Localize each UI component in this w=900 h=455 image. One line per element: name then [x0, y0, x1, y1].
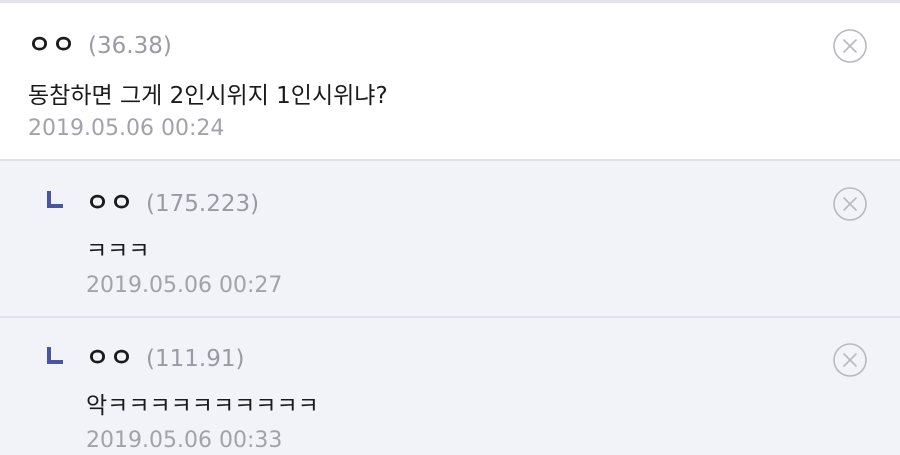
- close-circle-icon[interactable]: [832, 342, 868, 378]
- close-circle-icon[interactable]: [832, 28, 868, 64]
- reply-item: ㅇㅇ (175.223) ㅋㅋㅋ 2019.05.06 00:27: [0, 159, 900, 316]
- comment-list: ㅇㅇ (36.38) 동참하면 그게 2인시위지 1인시위냐? 2019.05.…: [0, 0, 900, 455]
- comment-author[interactable]: ㅇㅇ: [86, 338, 134, 374]
- comment-timestamp: 2019.05.06 00:24: [28, 116, 225, 141]
- comment-text: 동참하면 그게 2인시위지 1인시위냐?: [28, 83, 388, 109]
- reply-item: ㅇㅇ (111.91) 악ㅋㅋㅋㅋㅋㅋㅋㅋㅋㅋ 2019.05.06 00:33: [0, 316, 900, 455]
- comment-author[interactable]: ㅇㅇ: [86, 183, 134, 219]
- close-circle-icon[interactable]: [832, 186, 868, 222]
- comment-header: ㅇㅇ (111.91): [86, 338, 244, 374]
- comment-text: ㅋㅋㅋ: [86, 238, 150, 264]
- comment-text: 악ㅋㅋㅋㅋㅋㅋㅋㅋㅋㅋ: [86, 393, 319, 419]
- comment-header: ㅇㅇ (36.38): [28, 25, 172, 61]
- comment-timestamp: 2019.05.06 00:33: [86, 428, 283, 453]
- reply-arrow-icon: [47, 347, 63, 364]
- comment-ip: (36.38): [88, 33, 172, 59]
- comment-ip: (111.91): [146, 346, 245, 372]
- comment-header: ㅇㅇ (175.223): [86, 183, 259, 219]
- comment-author[interactable]: ㅇㅇ: [28, 25, 76, 61]
- comment-item: ㅇㅇ (36.38) 동참하면 그게 2인시위지 1인시위냐? 2019.05.…: [0, 3, 900, 159]
- comment-ip: (175.223): [146, 191, 260, 217]
- reply-arrow-icon: [47, 191, 63, 208]
- comment-timestamp: 2019.05.06 00:27: [86, 273, 283, 298]
